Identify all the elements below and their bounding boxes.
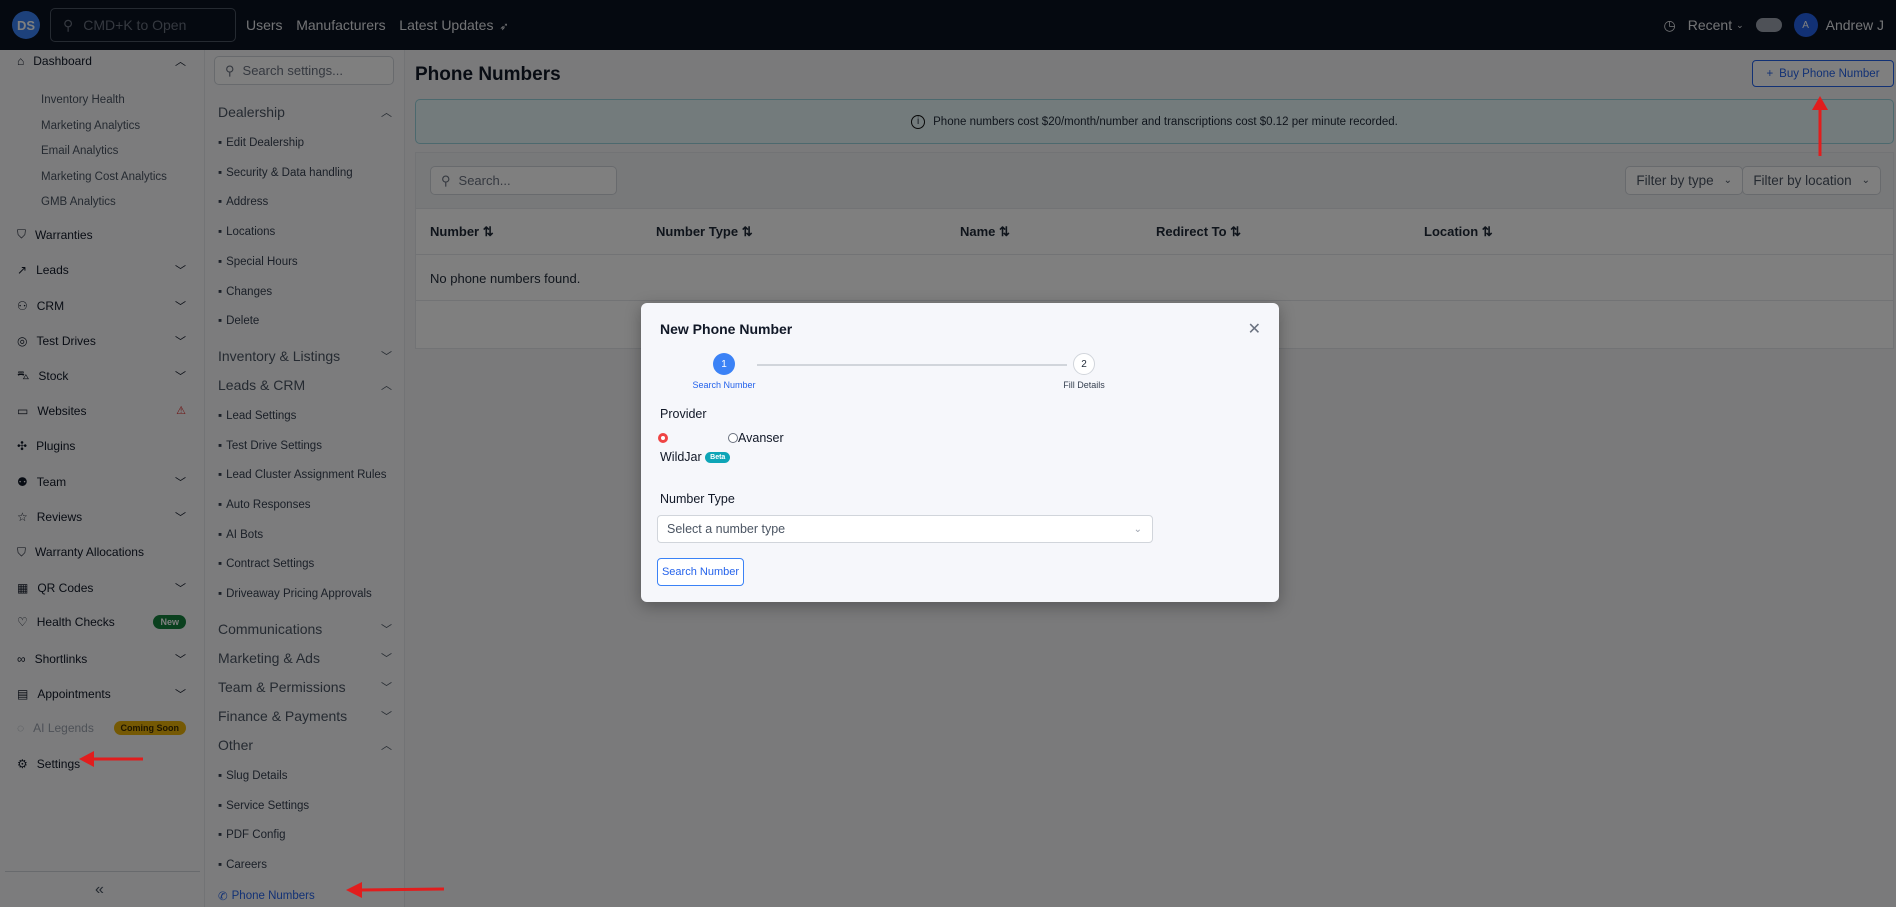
number-type-label: Number Type bbox=[660, 492, 735, 506]
wildjar-label: WildJar Beta bbox=[660, 450, 731, 464]
close-icon[interactable]: ✕ bbox=[1248, 319, 1261, 339]
beta-badge: Beta bbox=[705, 452, 731, 464]
search-number-button[interactable]: Search Number bbox=[657, 558, 744, 586]
radio-avanser[interactable] bbox=[728, 433, 738, 443]
modal-title: New Phone Number bbox=[660, 321, 793, 337]
step-2: 2 bbox=[1073, 353, 1095, 375]
step-1-label: Search Number bbox=[692, 380, 756, 390]
avanser-label: Avanser bbox=[738, 431, 784, 445]
provider-label: Provider bbox=[660, 407, 707, 421]
new-phone-number-modal: New Phone Number ✕ 1 Search Number 2 Fil… bbox=[641, 303, 1279, 602]
number-type-select[interactable]: Select a number type ⌄ bbox=[657, 515, 1153, 543]
radio-wildjar[interactable] bbox=[658, 433, 668, 443]
chevron-down-icon: ⌄ bbox=[1133, 523, 1142, 535]
step-2-label: Fill Details bbox=[1063, 380, 1105, 390]
select-placeholder: Select a number type bbox=[667, 522, 786, 536]
stepper-line bbox=[757, 364, 1067, 366]
step-1: 1 bbox=[713, 353, 735, 375]
